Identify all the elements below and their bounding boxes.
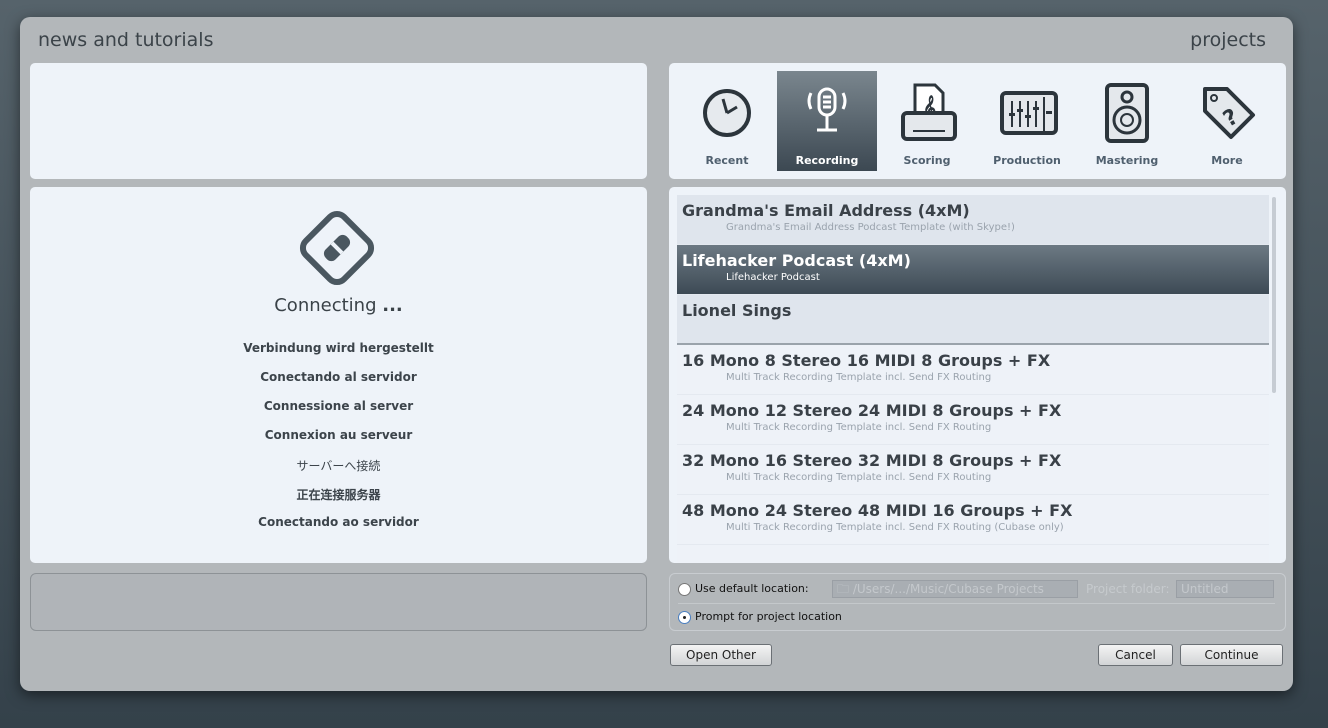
folder-icon: 🗀 [837, 582, 850, 596]
language-line: Conectando ao servidor [258, 515, 419, 529]
microphone-icon [807, 87, 847, 132]
template-list: Grandma's Email Address (4xM) Grandma's E… [669, 187, 1286, 563]
template-row[interactable]: Lionel Sings [677, 295, 1269, 345]
template-row[interactable]: 32 Mono 16 Stereo 32 MIDI 8 Groups + FX M… [677, 445, 1269, 495]
project-folder-field[interactable]: Untitled [1176, 580, 1274, 598]
news-banner-panel [30, 63, 647, 179]
project-folder-label: Project folder: [1086, 582, 1170, 596]
connecting-status: Connecting ... [274, 295, 403, 316]
location-panel: Use default location: 🗀 /Users/.../Music… [669, 573, 1286, 631]
tab-mastering[interactable]: Mastering [1077, 71, 1177, 171]
prompt-location-label: Prompt for project location [695, 610, 842, 623]
default-location-label: Use default location: [695, 582, 809, 595]
continue-button[interactable]: Continue [1180, 644, 1283, 666]
language-line: Connessione al server [263, 399, 414, 413]
language-line: 正在连接服务器 [296, 488, 381, 502]
tab-recording[interactable]: Recording [777, 71, 877, 171]
connecting-languages: Verbindung wird hergestellt Conectando a… [30, 341, 647, 544]
open-other-button[interactable]: Open Other [670, 644, 772, 666]
project-assistant-dialog: news and tutorials projects Connecting .… [20, 17, 1293, 691]
clock-icon [703, 89, 751, 137]
plug-connection-icon [299, 210, 375, 286]
template-row-selected[interactable]: Lifehacker Podcast (4xM) Lifehacker Podca… [677, 245, 1269, 295]
template-row[interactable]: 16 Mono 8 Stereo 16 MIDI 8 Groups + FX Mu… [677, 345, 1269, 395]
news-title: news and tutorials [38, 29, 214, 51]
prompt-location-radio[interactable] [678, 611, 691, 624]
list-scrollbar[interactable] [1272, 197, 1276, 393]
tab-more[interactable]: ? More [1177, 71, 1277, 171]
template-row[interactable]: 48 Mono 24 Stereo 48 MIDI 16 Groups + FX… [677, 495, 1269, 545]
language-line: サーバーへ接続 [296, 459, 381, 473]
mixer-faders-icon [1000, 91, 1058, 135]
language-line: Verbindung wird hergestellt [243, 341, 434, 355]
projects-title: projects [1190, 29, 1266, 51]
category-tabs: Recent Recording 𝄞 Scoring Production Ma… [669, 63, 1286, 179]
speaker-icon [1105, 83, 1149, 143]
default-path-field: 🗀 /Users/.../Music/Cubase Projects [832, 580, 1078, 598]
template-row[interactable]: Grandma's Email Address (4xM) Grandma's E… [677, 195, 1269, 245]
language-line: Conectando al servidor [260, 370, 417, 384]
score-printer-icon: 𝄞 [901, 83, 957, 141]
news-footer-panel [30, 573, 647, 631]
default-location-radio[interactable] [678, 583, 691, 596]
tab-recent[interactable]: Recent [677, 71, 777, 171]
language-line: Connexion au serveur [264, 428, 413, 442]
tab-scoring[interactable]: 𝄞 Scoring [877, 71, 977, 171]
cancel-button[interactable]: Cancel [1098, 644, 1173, 666]
tag-question-icon: ? [1203, 87, 1255, 139]
tab-production[interactable]: Production [977, 71, 1077, 171]
divider [678, 603, 1275, 604]
connecting-panel: Connecting ... Verbindung wird hergestel… [30, 187, 647, 563]
template-row[interactable]: 24 Mono 12 Stereo 24 MIDI 8 Groups + FX M… [677, 395, 1269, 445]
template-row-partial[interactable] [677, 545, 1269, 563]
